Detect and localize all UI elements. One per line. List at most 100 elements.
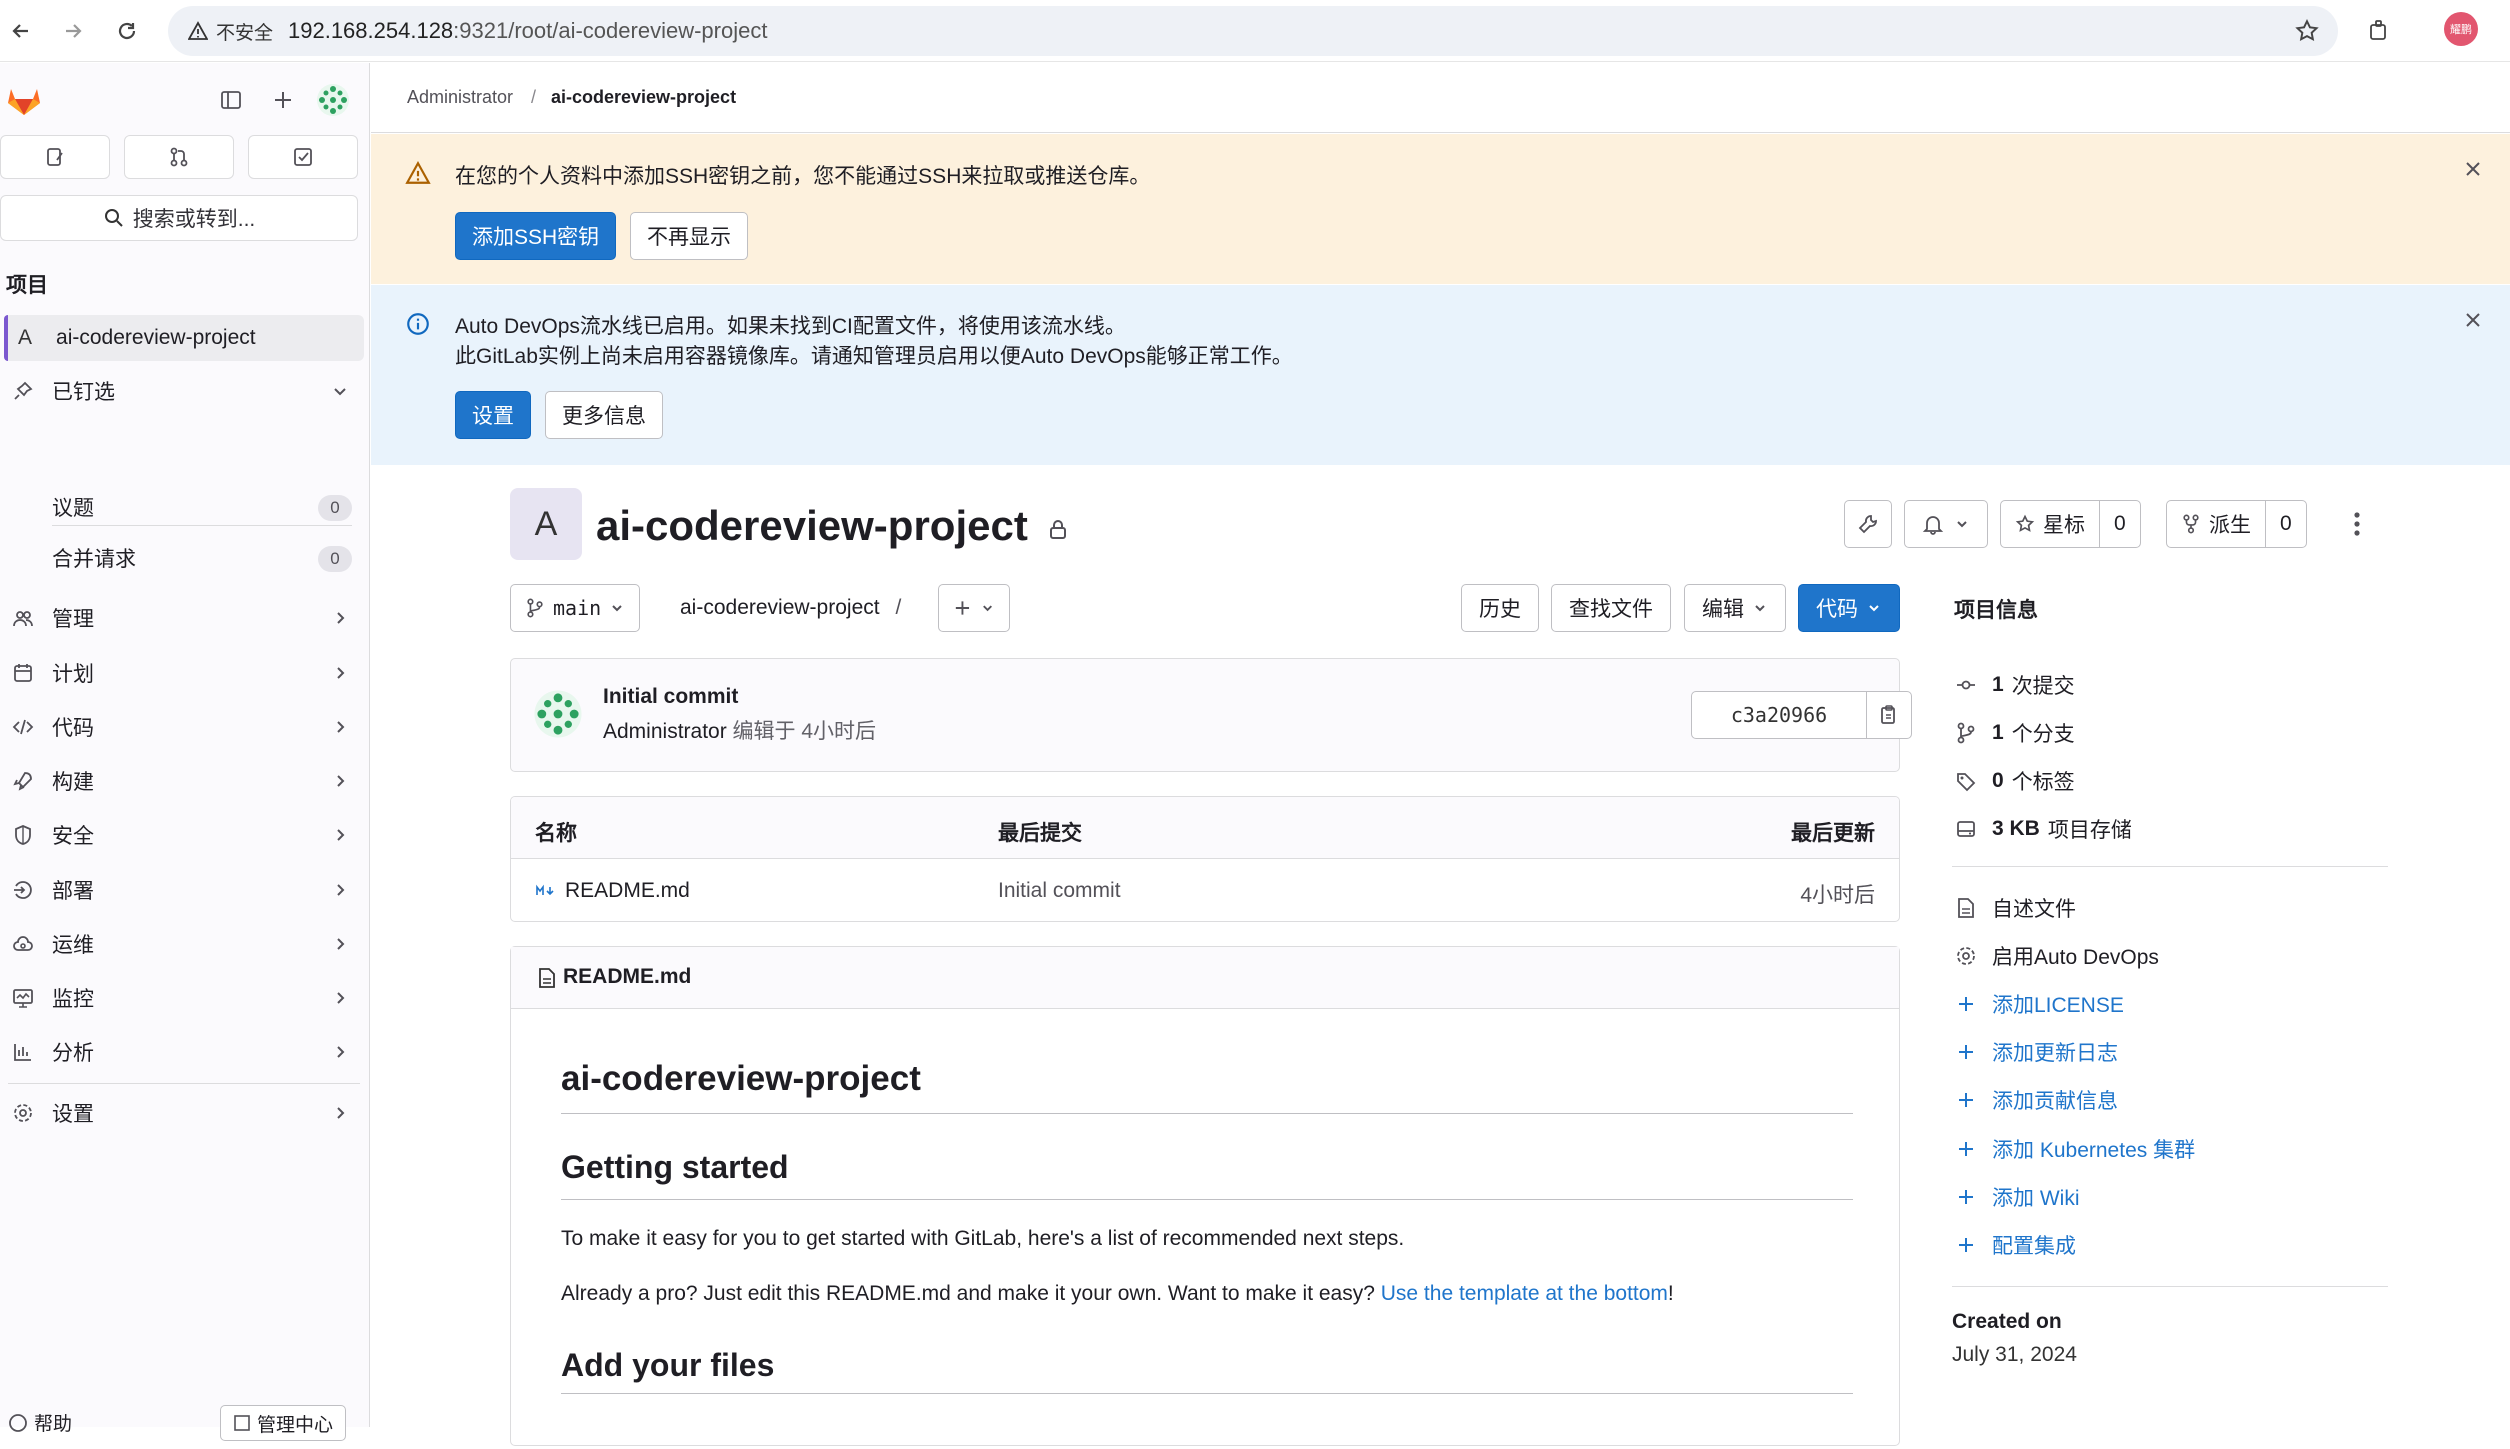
add-wiki-link[interactable]: 添加 Wiki: [1952, 1180, 2080, 1214]
file-name-cell[interactable]: README.md: [535, 879, 690, 903]
todos-shortcut-button[interactable]: [248, 135, 358, 179]
chevron-down-icon: [1957, 521, 1967, 528]
enable-auto-devops-link[interactable]: 启用Auto DevOps: [1952, 939, 2159, 973]
branches-stat[interactable]: 1 个分支: [1952, 716, 2075, 750]
star-icon: [2015, 514, 2035, 532]
add-ssh-key-button[interactable]: 添加SSH密钥: [455, 212, 617, 260]
branch-selector[interactable]: main: [510, 584, 641, 632]
admin-area-button[interactable]: 管理中心: [220, 1405, 347, 1441]
fork-count[interactable]: 0: [2265, 501, 2306, 547]
close-icon[interactable]: [2462, 309, 2484, 331]
star-count[interactable]: 0: [2099, 501, 2140, 547]
close-icon[interactable]: [2462, 158, 2484, 180]
file-name: README.md: [565, 879, 690, 902]
nav-item-manage[interactable]: 管理: [8, 596, 360, 640]
divider: [1952, 1286, 2388, 1287]
breadcrumb-separator: /: [531, 87, 537, 107]
template-link[interactable]: Use the template at the bottom: [1381, 1282, 1668, 1305]
chevron-down-icon: [1869, 605, 1879, 612]
help-button[interactable]: 帮助: [8, 1409, 72, 1436]
link-label: 添加LICENSE: [1992, 994, 2124, 1017]
settings-icon: [8, 1098, 38, 1128]
nav-item-plan[interactable]: 计划: [8, 651, 360, 695]
sidebar-footer: 帮助 管理中心: [0, 1405, 370, 1449]
nav-item-operate[interactable]: 运维: [8, 922, 360, 966]
nav-item-code[interactable]: 代码: [8, 705, 360, 749]
admin-wrench-button[interactable]: [1844, 500, 1892, 548]
fork-button-group[interactable]: 派生 0: [2166, 500, 2307, 548]
edit-dropdown[interactable]: 编辑: [1684, 584, 1786, 632]
cloud-gear-icon: [8, 929, 38, 959]
commits-stat[interactable]: 1 次提交: [1952, 668, 2075, 702]
settings-button[interactable]: 设置: [455, 391, 531, 439]
issues-shortcut-button[interactable]: [0, 135, 110, 179]
commit-author-avatar[interactable]: [533, 689, 583, 739]
repo-path-root[interactable]: ai-codereview-project: [680, 596, 880, 619]
readme-text: Already a pro? Just edit this README.md …: [561, 1282, 1381, 1305]
help-icon: [9, 1413, 27, 1432]
nav-label: 计划: [52, 663, 94, 686]
more-actions-icon[interactable]: [2346, 508, 2368, 540]
pinned-item-issues[interactable]: 议题 0: [52, 485, 352, 529]
help-label: 帮助: [34, 1414, 73, 1435]
plus-icon: [1952, 1231, 1980, 1259]
site-security-chip[interactable]: 不安全: [178, 14, 287, 48]
gitlab-logo-icon[interactable]: [4, 79, 44, 119]
dont-show-again-button[interactable]: 不再显示: [630, 212, 748, 260]
extensions-icon[interactable]: [2362, 14, 2396, 48]
reload-icon[interactable]: [110, 14, 144, 48]
nav-item-build[interactable]: 构建: [8, 759, 360, 803]
commit-author[interactable]: Administrator: [603, 720, 727, 743]
breadcrumb-current[interactable]: ai-codereview-project: [551, 87, 736, 108]
search-label: 搜索或转到...: [132, 208, 256, 231]
project-name: ai-codereview-project: [56, 326, 256, 349]
table-row[interactable]: README.md Initial commit 4小时后: [511, 859, 1899, 921]
commit-icon: [1952, 671, 1980, 699]
nav-item-deploy[interactable]: 部署: [8, 868, 360, 912]
configure-integrations-link[interactable]: 配置集成: [1952, 1228, 2076, 1262]
search-button[interactable]: 搜索或转到...: [0, 195, 358, 241]
add-license-link[interactable]: 添加LICENSE: [1952, 987, 2124, 1021]
star-button[interactable]: 星标: [2001, 501, 2099, 547]
readme-filename[interactable]: README.md: [563, 965, 691, 989]
copy-sha-button[interactable]: [1866, 691, 1912, 739]
pinned-section-toggle[interactable]: 已钉选: [8, 369, 360, 413]
tags-stat[interactable]: 0 个标签: [1952, 764, 2075, 798]
nav-item-analyze[interactable]: 分析: [8, 1030, 360, 1074]
add-changelog-link[interactable]: 添加更新日志: [1952, 1035, 2118, 1069]
add-kubernetes-link[interactable]: 添加 Kubernetes 集群: [1952, 1132, 2195, 1166]
add-contributing-link[interactable]: 添加贡献信息: [1952, 1083, 2118, 1117]
nav-item-settings[interactable]: 设置: [8, 1091, 360, 1135]
user-avatar-icon[interactable]: [316, 83, 350, 117]
plus-icon: [955, 601, 970, 615]
toggle-sidebar-icon[interactable]: [214, 83, 248, 117]
star-button-group[interactable]: 星标 0: [2000, 500, 2141, 548]
more-info-button[interactable]: 更多信息: [545, 391, 663, 439]
forward-icon[interactable]: [56, 14, 90, 48]
commit-sha[interactable]: c3a20966: [1691, 691, 1867, 739]
add-to-tree-dropdown[interactable]: [938, 584, 1010, 632]
code-dropdown[interactable]: 代码: [1798, 584, 1900, 632]
back-icon[interactable]: [4, 14, 38, 48]
nav-item-monitor[interactable]: 监控: [8, 976, 360, 1020]
bookmark-star-icon[interactable]: [2294, 18, 2320, 44]
breadcrumb-parent[interactable]: Administrator: [407, 87, 513, 108]
notifications-dropdown[interactable]: [1904, 500, 1988, 548]
deploy-icon: [8, 875, 38, 905]
pinned-item-merge-requests[interactable]: 合并请求 0: [52, 536, 352, 580]
fork-button[interactable]: 派生: [2167, 501, 2265, 547]
merge-requests-shortcut-button[interactable]: [124, 135, 234, 179]
readme-h1: ai-codereview-project: [561, 1059, 921, 1098]
create-new-icon[interactable]: [266, 83, 300, 117]
file-last-commit[interactable]: Initial commit: [998, 879, 1121, 903]
history-button[interactable]: 历史: [1461, 584, 1539, 632]
nav-item-security[interactable]: 安全: [8, 813, 360, 857]
address-bar[interactable]: 不安全 192.168.254.128:9321/root/ai-coderev…: [168, 6, 2338, 56]
storage-stat[interactable]: 3 KB 项目存储: [1952, 812, 2132, 846]
current-project-link[interactable]: A ai-codereview-project: [4, 315, 364, 361]
find-file-button[interactable]: 查找文件: [1551, 584, 1671, 632]
commit-title[interactable]: Initial commit: [603, 685, 738, 709]
settings-icon: [1952, 942, 1980, 970]
readme-link[interactable]: 自述文件: [1952, 891, 2076, 925]
profile-avatar[interactable]: 耀鹏: [2444, 12, 2478, 46]
